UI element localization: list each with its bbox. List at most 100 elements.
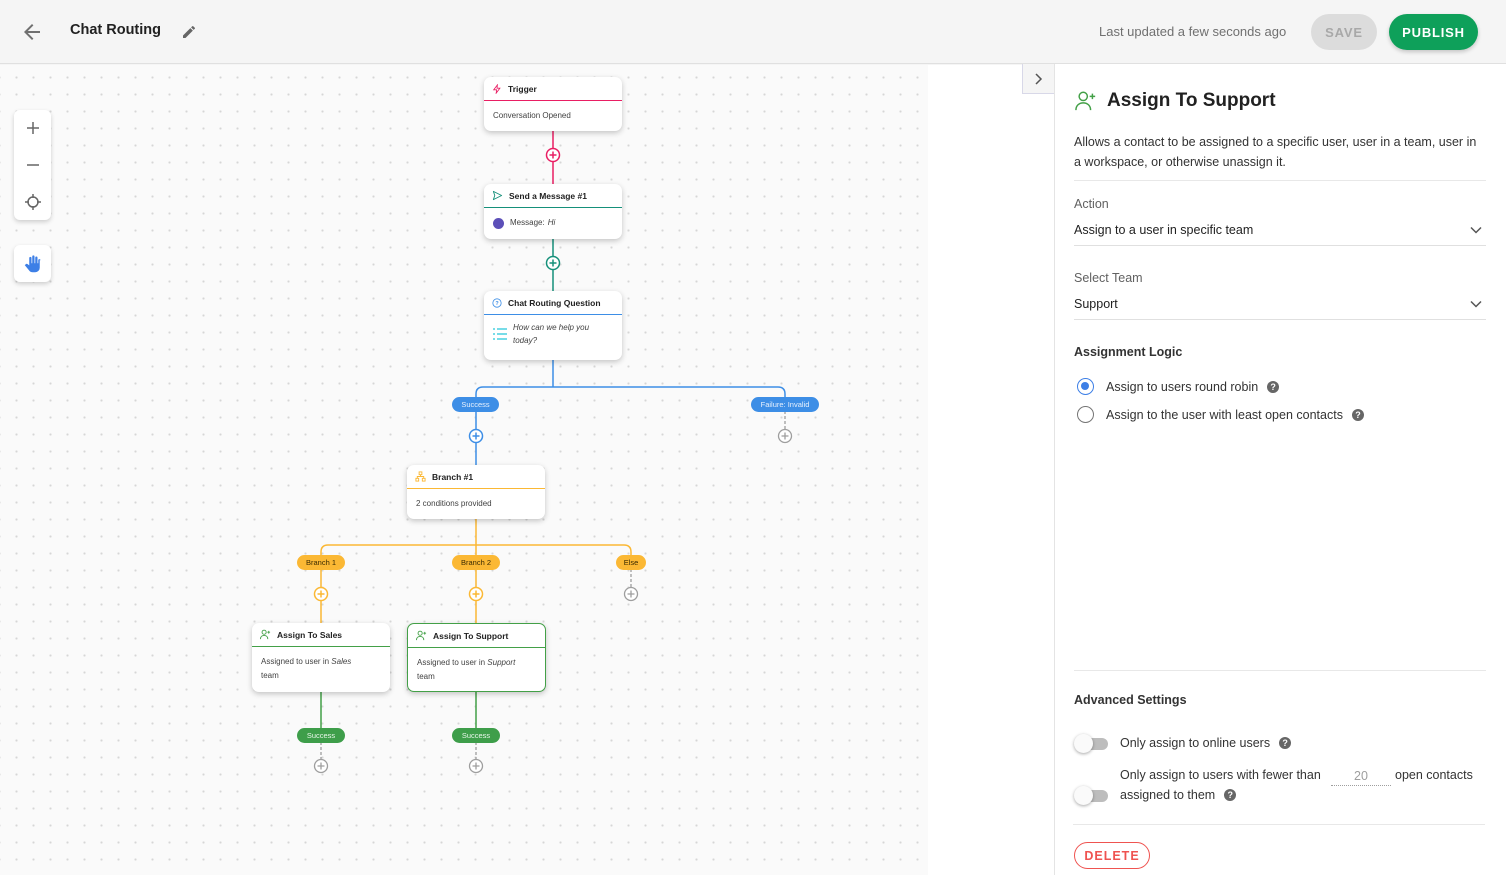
node-header: Trigger bbox=[484, 77, 622, 101]
online-only-text: Only assign to online users bbox=[1120, 736, 1271, 750]
online-only-toggle[interactable] bbox=[1074, 734, 1108, 753]
node-title: Branch #1 bbox=[432, 471, 474, 482]
channel-icon bbox=[493, 217, 504, 229]
recenter-button[interactable] bbox=[14, 184, 51, 220]
add-step-after-support[interactable] bbox=[468, 758, 484, 774]
list-icon bbox=[493, 328, 507, 340]
delete-button[interactable]: DELETE bbox=[1074, 842, 1150, 869]
send-icon bbox=[492, 190, 503, 201]
node-header: Assign To Support bbox=[408, 624, 545, 648]
outcome-sales-success[interactable]: Success bbox=[297, 728, 345, 743]
pan-tool-button[interactable] bbox=[14, 245, 51, 282]
node-title: Assign To Sales bbox=[277, 629, 343, 640]
radio-button[interactable] bbox=[1077, 406, 1094, 423]
outcome-success[interactable]: Success bbox=[452, 397, 499, 412]
body-prefix: Assigned to user in bbox=[261, 657, 330, 666]
canvas-area-blank bbox=[928, 65, 1054, 875]
node-branch[interactable]: Branch #1 2 conditions provided bbox=[407, 465, 545, 519]
body-prefix: Assigned to user in bbox=[417, 658, 486, 667]
divider bbox=[1074, 670, 1486, 671]
help-icon[interactable]: ? bbox=[1267, 380, 1280, 393]
node-header: Branch #1 bbox=[407, 465, 545, 489]
settings-panel: Assign To Support Allows a contact to be… bbox=[1054, 64, 1506, 875]
max-open-contacts-input[interactable] bbox=[1331, 766, 1391, 786]
panel-title: Assign To Support bbox=[1107, 90, 1276, 111]
action-label: Action bbox=[1074, 197, 1109, 211]
body-suffix: team bbox=[261, 671, 279, 680]
toggle-knob bbox=[1074, 734, 1093, 753]
node-body: Message: Hi bbox=[484, 208, 622, 238]
panel-header: Assign To Support bbox=[1075, 90, 1276, 112]
publish-button[interactable]: PUBLISH bbox=[1389, 14, 1478, 50]
node-body: How can we help you today? bbox=[484, 315, 622, 355]
divider bbox=[1074, 180, 1486, 181]
question-text: How can we help you today? bbox=[513, 323, 590, 345]
radio-button-checked[interactable] bbox=[1077, 378, 1094, 395]
hand-icon bbox=[24, 254, 40, 272]
team-name: Support bbox=[487, 658, 516, 667]
plus-icon bbox=[26, 122, 39, 134]
add-step-after-message[interactable] bbox=[545, 255, 561, 271]
crosshair-icon bbox=[24, 194, 41, 210]
panel-description: Allows a contact to be assigned to a spe… bbox=[1074, 135, 1477, 169]
node-body: Conversation Opened bbox=[493, 111, 571, 120]
team-value: Support bbox=[1074, 297, 1118, 311]
lightning-icon bbox=[492, 83, 501, 94]
node-body: Assigned to user in Sales team bbox=[252, 647, 390, 691]
node-header: ? Chat Routing Question bbox=[484, 291, 622, 315]
outcome-failure-invalid[interactable]: Failure: Invalid bbox=[751, 397, 819, 412]
node-title: Trigger bbox=[508, 83, 537, 94]
zoom-in-button[interactable] bbox=[14, 110, 51, 146]
node-send-message[interactable]: Send a Message #1 Message: Hi bbox=[484, 184, 622, 239]
zoom-out-button[interactable] bbox=[14, 147, 51, 183]
user-add-icon bbox=[1075, 91, 1096, 111]
node-body: 2 conditions provided bbox=[416, 499, 492, 508]
message-value: Hi bbox=[547, 218, 556, 227]
add-step-after-failure[interactable] bbox=[777, 428, 793, 444]
team-label: Select Team bbox=[1074, 271, 1143, 285]
add-step-after-branch-2[interactable] bbox=[468, 586, 484, 602]
max-open-label-line2: assigned to them ? bbox=[1120, 788, 1237, 802]
action-value: Assign to a user in specific team bbox=[1074, 223, 1254, 237]
add-step-after-else[interactable] bbox=[623, 586, 639, 602]
help-icon[interactable]: ? bbox=[1224, 789, 1237, 801]
team-select[interactable]: Support bbox=[1074, 294, 1486, 320]
node-title: Chat Routing Question bbox=[508, 297, 601, 308]
help-icon[interactable]: ? bbox=[1351, 408, 1364, 421]
add-step-after-branch-1[interactable] bbox=[313, 586, 329, 602]
node-question[interactable]: ? Chat Routing Question How can we help … bbox=[484, 291, 622, 360]
max-open-label-prefix: Only assign to users with fewer than bbox=[1120, 768, 1321, 782]
outcome-else[interactable]: Else bbox=[616, 555, 646, 570]
action-select[interactable]: Assign to a user in specific team bbox=[1074, 220, 1486, 246]
max-open-toggle[interactable] bbox=[1074, 786, 1108, 805]
add-step-after-trigger[interactable] bbox=[545, 147, 561, 163]
node-header: Assign To Sales bbox=[252, 623, 390, 647]
max-open-label-suffix: open contacts bbox=[1395, 768, 1473, 782]
node-header: Send a Message #1 bbox=[484, 184, 622, 208]
pencil-icon bbox=[183, 25, 195, 38]
outcome-branch-2[interactable]: Branch 2 bbox=[452, 555, 500, 570]
outcome-support-success[interactable]: Success bbox=[452, 728, 500, 743]
node-assign-support[interactable]: Assign To Support Assigned to user in Su… bbox=[407, 623, 546, 692]
toggle-knob bbox=[1074, 786, 1093, 805]
add-step-after-success[interactable] bbox=[468, 428, 484, 444]
radio-least-open[interactable]: Assign to the user with least open conta… bbox=[1077, 406, 1364, 423]
message-label: Message: bbox=[510, 218, 545, 227]
question-circle-icon: ? bbox=[492, 297, 502, 308]
outcome-branch-1[interactable]: Branch 1 bbox=[297, 555, 345, 570]
chevron-down-icon bbox=[1470, 226, 1482, 234]
node-assign-sales[interactable]: Assign To Sales Assigned to user in Sale… bbox=[252, 623, 390, 692]
edit-title-button[interactable] bbox=[181, 24, 197, 40]
node-trigger[interactable]: Trigger Conversation Opened bbox=[484, 77, 622, 131]
radio-round-robin[interactable]: Assign to users round robin ? bbox=[1077, 378, 1280, 395]
online-only-label: Only assign to online users ? bbox=[1120, 736, 1292, 750]
page-title: Chat Routing bbox=[70, 22, 162, 38]
arrow-left-icon bbox=[24, 24, 40, 40]
back-button[interactable] bbox=[20, 20, 44, 44]
top-bar: Chat Routing Last updated a few seconds … bbox=[0, 0, 1506, 64]
add-step-after-sales[interactable] bbox=[313, 758, 329, 774]
save-button[interactable]: SAVE bbox=[1311, 14, 1377, 50]
help-icon[interactable]: ? bbox=[1279, 737, 1292, 749]
collapse-panel-button[interactable] bbox=[1022, 64, 1054, 94]
last-updated-status: Last updated a few seconds ago bbox=[1099, 24, 1287, 39]
